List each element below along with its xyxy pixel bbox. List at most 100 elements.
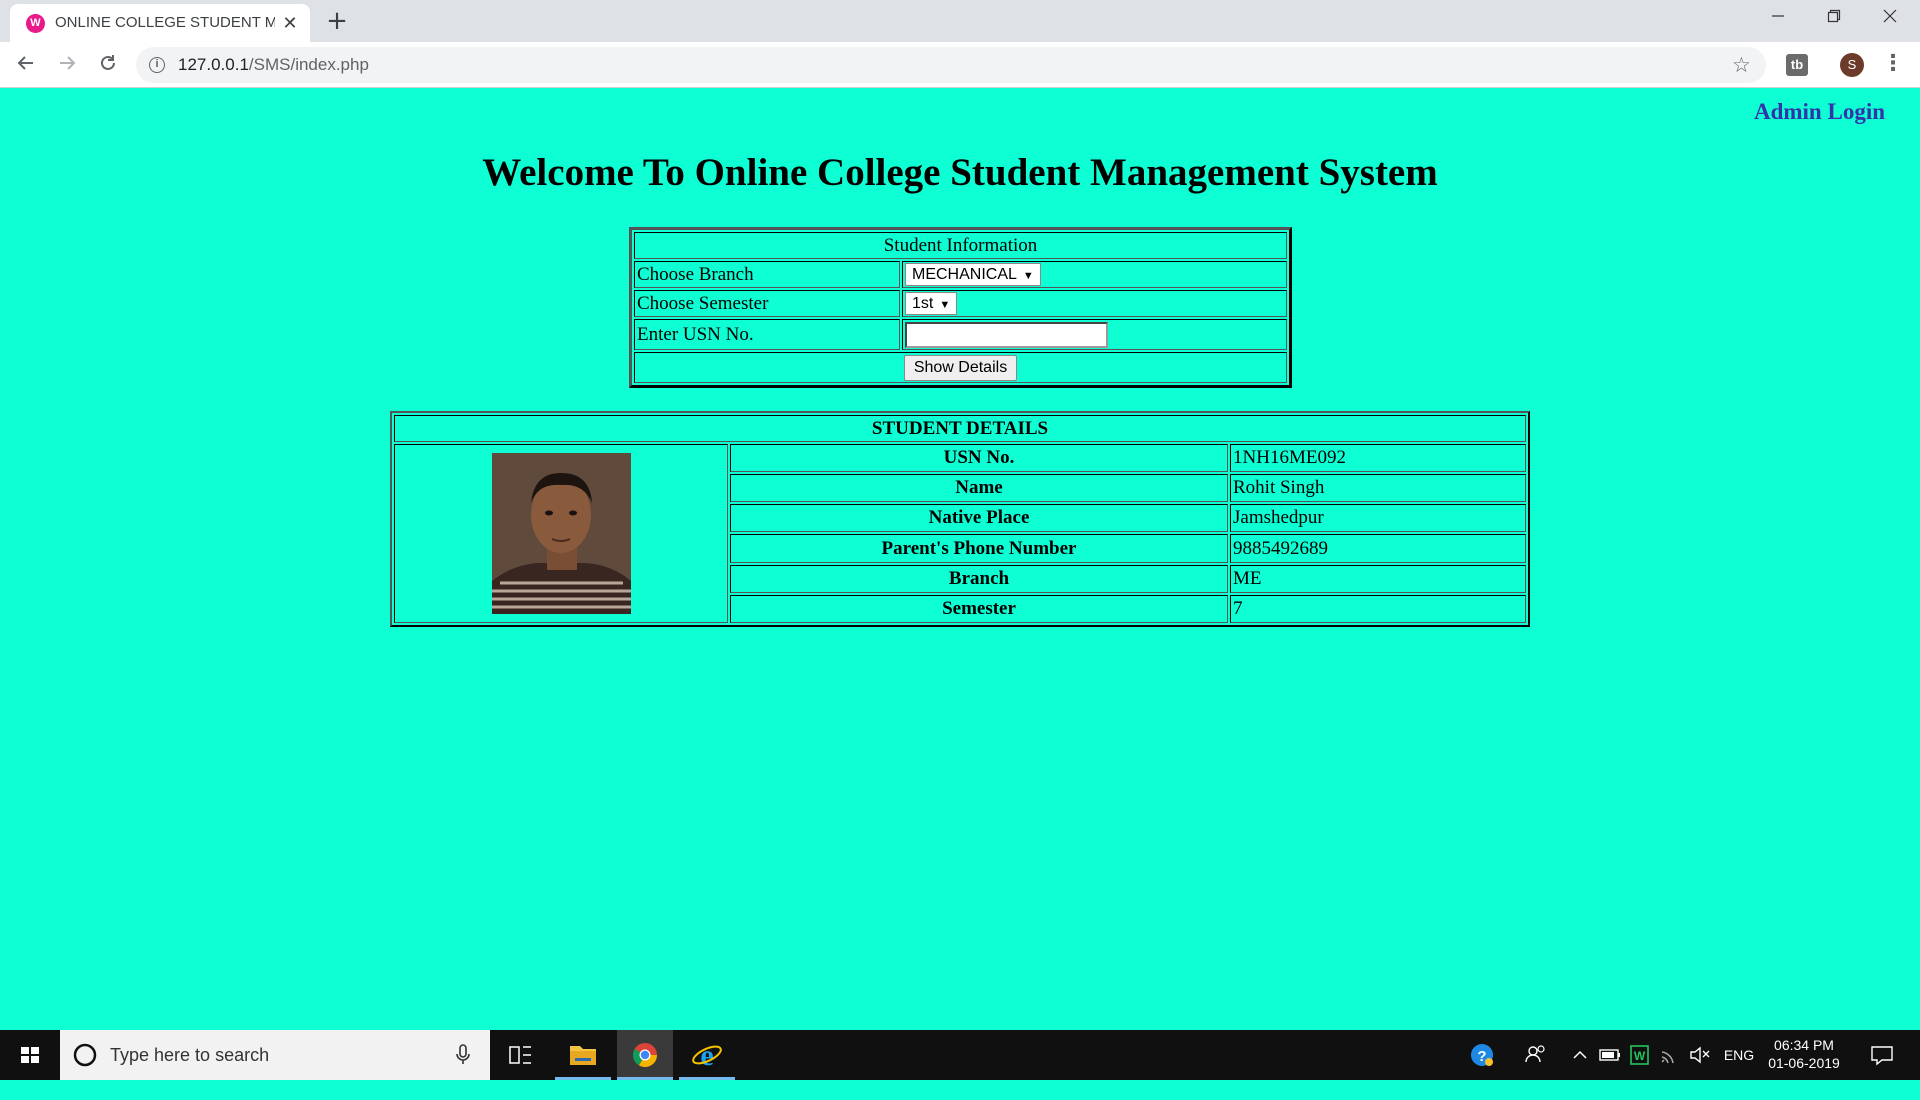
name-row-value: Rohit Singh [1230, 474, 1526, 503]
phone-row-label: Parent's Phone Number [730, 534, 1228, 563]
extension-icon[interactable]: tb [1786, 54, 1808, 76]
reload-button[interactable] [92, 49, 124, 81]
usn-row-value: 1NH16ME092 [1230, 444, 1526, 473]
browser-tab[interactable]: W ONLINE COLLEGE STUDENT MAI ✕ [10, 4, 310, 42]
microphone-icon [456, 1044, 470, 1064]
branch-row-value: ME [1230, 564, 1526, 593]
windows-logo-icon [21, 1047, 39, 1063]
volume-tray-icon[interactable] [1688, 1030, 1714, 1080]
profile-avatar[interactable]: S [1840, 53, 1864, 77]
close-tab-icon[interactable]: ✕ [280, 13, 300, 33]
semester-select[interactable]: 1st ▼ [905, 292, 958, 315]
form-header: Student Information [634, 232, 1287, 259]
browser-tab-strip: W ONLINE COLLEGE STUDENT MAI ✕ + [0, 0, 1920, 42]
help-icon: ? [1471, 1044, 1493, 1066]
student-details-table: STUDENT DETAILS USN No. 1NH16ME092 Name … [390, 411, 1530, 627]
details-header: STUDENT DETAILS [394, 415, 1526, 442]
branch-row-label: Branch [730, 564, 1228, 593]
dropdown-arrow-icon: ▼ [1022, 270, 1034, 282]
submit-cell: Show Details [634, 352, 1287, 383]
usn-input[interactable] [905, 321, 1108, 348]
student-portrait-image [491, 453, 631, 614]
name-row-label: Name [730, 474, 1228, 503]
chrome-taskbar-button[interactable] [617, 1030, 673, 1080]
taskbar-search-box[interactable]: Type here to search [60, 1030, 490, 1080]
new-tab-button[interactable]: + [322, 7, 352, 37]
browser-menu-icon[interactable]: ⋮ [1882, 49, 1904, 81]
close-icon [1883, 9, 1897, 23]
back-arrow-icon [17, 56, 33, 70]
branch-cell: MECHANICAL ▼ [902, 261, 1287, 288]
dropdown-arrow-icon: ▼ [939, 299, 951, 311]
branch-selected-value: MECHANICAL [912, 266, 1017, 283]
close-window-button[interactable] [1862, 0, 1918, 38]
chevron-up-icon [1573, 1050, 1587, 1059]
url-path: /SMS/index.php [248, 55, 369, 74]
search-placeholder: Type here to search [110, 1045, 270, 1065]
taskbar: Type here to search e ? W ENG 06:34 PM 0… [0, 1030, 1920, 1080]
svg-text:e: e [700, 1039, 713, 1072]
wifi-icon [1661, 1051, 1674, 1064]
start-button[interactable] [0, 1030, 60, 1080]
native-place-row-label: Native Place [730, 504, 1228, 533]
branch-label: Choose Branch [634, 261, 900, 288]
browser-toolbar: i 127.0.0.1/SMS/index.php ☆ tb S ⋮ [0, 42, 1920, 88]
student-information-form: Student Information Choose Branch MECHAN… [629, 227, 1292, 388]
branch-select[interactable]: MECHANICAL ▼ [905, 263, 1041, 286]
reload-icon [101, 55, 115, 70]
bookmark-star-icon[interactable]: ☆ [1732, 47, 1751, 83]
app-tray-icon[interactable]: W [1628, 1030, 1654, 1080]
network-tray-icon[interactable] [1658, 1030, 1684, 1080]
phone-row-value: 9885492689 [1230, 534, 1526, 563]
minimize-icon [1772, 15, 1784, 17]
page-title: Welcome To Online College Student Manage… [482, 151, 1438, 194]
green-app-icon: W [1630, 1045, 1649, 1065]
restore-icon [1827, 9, 1841, 23]
restore-window-button[interactable] [1806, 0, 1862, 38]
photo-cell [394, 444, 728, 623]
battery-icon [1599, 1049, 1620, 1061]
help-tray-icon[interactable]: ? [1466, 1030, 1502, 1080]
clock[interactable]: 06:34 PM 01-06-2019 [1762, 1030, 1846, 1080]
cortana-circle-icon [73, 1043, 97, 1067]
show-details-button[interactable]: Show Details [903, 354, 1018, 381]
semester-label: Choose Semester [634, 290, 900, 317]
student-photo [491, 453, 631, 614]
muted-speaker-icon [1690, 1046, 1710, 1064]
people-tray-icon[interactable] [1523, 1030, 1553, 1080]
native-place-row-value: Jamshedpur [1230, 504, 1526, 533]
url-text: 127.0.0.1/SMS/index.php [178, 47, 369, 83]
minimize-window-button[interactable] [1750, 0, 1806, 38]
usn-label: Enter USN No. [634, 319, 900, 350]
clock-date: 01-06-2019 [1768, 1055, 1840, 1071]
internet-explorer-icon: e [692, 1039, 722, 1072]
notification-icon [1871, 1046, 1893, 1066]
show-hidden-icons-button[interactable] [1570, 1030, 1592, 1080]
table-row: USN No. 1NH16ME092 [394, 444, 1526, 623]
site-favicon-icon: W [26, 14, 45, 33]
semester-row-value: 7 [1230, 594, 1526, 623]
admin-login-link[interactable]: Admin Login [1754, 99, 1885, 125]
file-explorer-button[interactable] [555, 1030, 611, 1080]
task-view-icon [509, 1046, 531, 1064]
back-button[interactable] [10, 49, 42, 81]
tab-title: ONLINE COLLEGE STUDENT MAI [55, 14, 275, 31]
semester-cell: 1st ▼ [902, 290, 1287, 317]
address-bar[interactable]: i 127.0.0.1/SMS/index.php ☆ [136, 47, 1766, 83]
svg-text:W: W [1634, 1049, 1646, 1063]
people-icon [1525, 1045, 1545, 1063]
task-view-button[interactable] [492, 1030, 548, 1080]
url-host: 127.0.0.1 [178, 55, 249, 74]
internet-explorer-button[interactable]: e [679, 1030, 735, 1080]
file-explorer-icon [570, 1046, 596, 1065]
battery-tray-icon[interactable] [1598, 1030, 1624, 1080]
site-info-icon[interactable]: i [149, 57, 165, 73]
usn-row-label: USN No. [730, 444, 1228, 473]
forward-arrow-icon [60, 56, 76, 70]
usn-cell [902, 319, 1287, 350]
language-indicator[interactable]: ENG [1722, 1030, 1756, 1080]
action-center-button[interactable] [1864, 1030, 1904, 1080]
chrome-icon [632, 1043, 657, 1068]
semester-row-label: Semester [730, 594, 1228, 623]
forward-button[interactable] [51, 49, 83, 81]
